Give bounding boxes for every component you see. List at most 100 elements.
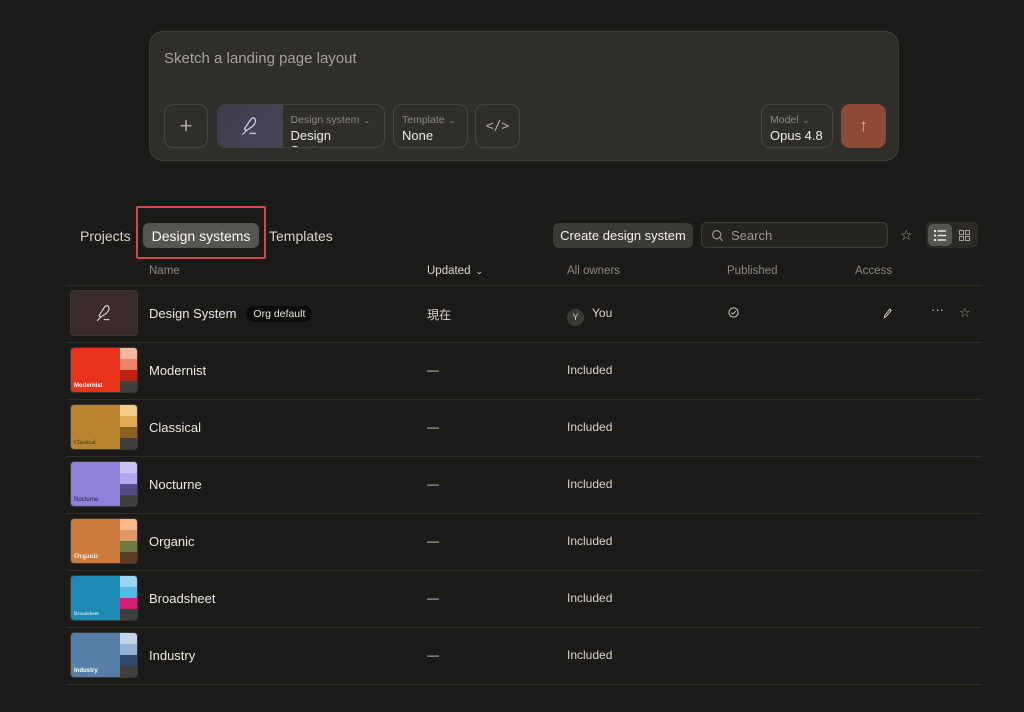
palette-swatch [120,541,137,552]
owner-name: You [592,306,613,320]
chevron-down-icon: ⌄ [363,115,371,125]
org-default-badge: Org default [246,306,313,322]
row-name[interactable]: Nocturne [149,477,202,492]
palette-swatch [120,666,137,677]
row-name[interactable]: Industry [149,648,195,663]
code-toggle-button[interactable]: </> [475,104,520,148]
chevron-down-icon: ⌄ [448,115,456,125]
table-row[interactable]: Broadsheet Broadsheet — Included [66,570,982,627]
design-system-label: Design system [290,114,360,126]
add-attachment-button[interactable]: + [164,104,208,148]
list-view-button[interactable] [928,224,952,246]
row-updated: — [427,648,439,662]
palette-swatch [120,381,137,392]
palette-swatch [120,370,137,381]
favorite-star-icon[interactable]: ☆ [959,305,971,321]
prompt-composer: Sketch a landing page layout + Design sy… [149,31,899,161]
row-updated: — [427,591,439,605]
divider [66,684,982,685]
palette-thumbnail: Nocturne [70,461,138,507]
favorites-filter-star-icon[interactable]: ☆ [900,227,913,244]
palette-label: Classical [74,440,96,446]
row-name[interactable]: Classical [149,420,201,435]
design-system-selector[interactable]: Design system⌄ Design System [217,104,385,148]
column-header-updated-label: Updated [427,265,471,277]
search-icon [712,229,724,241]
table-row[interactable]: Design System Org default 現在 Y You ··· ☆ [66,285,982,342]
row-name[interactable]: Design System Org default [149,306,313,322]
palette-swatch [120,644,137,655]
design-system-thumbnail [70,290,138,336]
palette-swatch [120,587,137,598]
palette-swatch [120,416,137,427]
list-icon [934,229,946,241]
palette-label: Modernist [74,383,103,389]
row-name[interactable]: Broadsheet [149,591,216,606]
create-design-system-button[interactable]: Create design system [553,223,693,248]
table-row[interactable]: Classical Classical — Included [66,399,982,456]
tab-projects[interactable]: Projects [80,228,131,244]
column-header-updated[interactable]: Updated ⌄ [427,265,483,277]
prompt-input[interactable]: Sketch a landing page layout [164,50,357,67]
palette-swatch [120,484,137,495]
template-value: None [402,128,434,143]
pencil-icon[interactable] [883,308,892,319]
table-row[interactable]: Modernist Modernist — Included [66,342,982,399]
column-header-name[interactable]: Name [149,265,180,277]
palette-swatch [120,348,137,359]
row-name[interactable]: Modernist [149,363,206,378]
table-row[interactable]: Organic Organic — Included [66,513,982,570]
grid-icon [958,229,970,241]
row-owner: Included [567,477,613,491]
palette-label: Broadsheet [74,611,99,617]
row-owner: Included [567,363,613,377]
template-label: Template [402,114,445,126]
row-owner: Included [567,420,613,434]
chevron-down-icon: ⌄ [802,115,810,125]
palette-swatch [120,495,137,506]
pen-nib-icon [96,304,110,322]
palette-thumbnail: Broadsheet [70,575,138,621]
arrow-up-icon: ↑ [859,116,868,135]
model-value: Opus 4.8 [770,128,823,143]
table-row[interactable]: Industry Industry — Included [66,627,982,684]
tab-templates[interactable]: Templates [269,228,333,244]
palette-swatch [120,655,137,666]
palette-thumbnail: Classical [70,404,138,450]
model-selector[interactable]: Model ⌄ Opus 4.8 [761,104,833,148]
send-button[interactable]: ↑ [841,104,886,148]
published-check-icon [728,307,739,318]
palette-label: Organic [74,552,99,560]
row-name[interactable]: Organic [149,534,195,549]
plus-icon: + [179,113,193,138]
search-box[interactable] [701,222,888,248]
code-icon: </> [485,118,510,134]
palette-swatch [120,427,137,438]
row-updated: — [427,477,439,491]
palette-swatch [120,530,137,541]
chevron-down-icon: ⌄ [475,265,484,276]
search-input[interactable] [731,227,871,243]
grid-view-button[interactable] [952,224,976,246]
template-selector[interactable]: Template ⌄ None [393,104,468,148]
row-updated: 現在 [427,308,452,322]
table-row[interactable]: Nocturne Nocturne — Included [66,456,982,513]
design-system-thumbnail [218,105,283,147]
palette-swatch [120,576,137,587]
palette-swatch [120,462,137,473]
palette-thumbnail: Modernist [70,347,138,393]
palette-swatch [120,405,137,416]
row-owner: Included [567,534,613,548]
more-options-icon[interactable]: ··· [931,302,944,317]
row-updated: — [427,420,439,434]
palette-thumbnail: Industry [70,632,138,678]
row-owner: Y You [567,306,612,326]
column-header-owners[interactable]: All owners [567,265,620,277]
palette-label: Industry [74,668,98,674]
model-label: Model [770,114,799,126]
row-updated: — [427,363,439,377]
column-header-published: Published [727,265,778,277]
tab-design-systems[interactable]: Design systems [143,223,259,248]
row-owner: Included [567,648,613,662]
view-toggle [926,222,978,248]
